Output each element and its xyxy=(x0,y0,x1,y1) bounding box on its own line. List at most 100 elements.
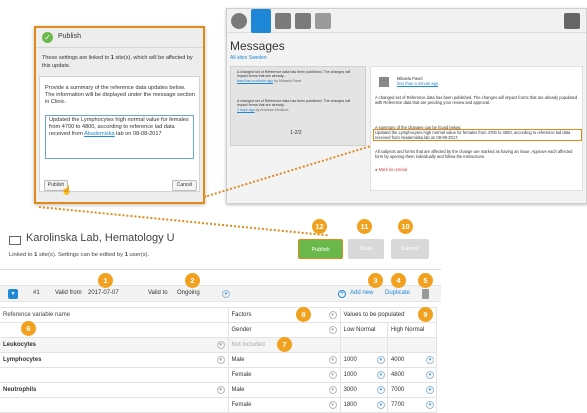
header-high: High Normal xyxy=(386,322,438,338)
callout-badge: 2 xyxy=(185,273,200,288)
chevron-down-icon[interactable]: ▾ xyxy=(426,371,434,379)
table-row: Neutrophils ▾ Male ▾ 3000 ▾ 7000 ▾ xyxy=(0,382,438,398)
summary-label: Provide a summary of the reference data … xyxy=(45,85,195,105)
bell-icon xyxy=(379,77,389,87)
message-time: less than a minute ago xyxy=(397,81,439,86)
low-cell[interactable]: 1000 ▾ xyxy=(339,352,388,368)
chevron-down-icon[interactable]: ▾ xyxy=(328,326,337,334)
chevron-down-icon[interactable]: ▾ xyxy=(222,290,230,298)
summary-textarea[interactable]: Updated the Lymphocytes high normal valu… xyxy=(45,115,194,159)
add-icon[interactable]: + xyxy=(338,290,346,298)
chevron-down-icon[interactable]: ▾ xyxy=(426,386,434,394)
highlight-box xyxy=(373,129,582,141)
linked-info: Linked to 1 site(s). Settings can be edi… xyxy=(9,252,150,258)
callout-badge: 12 xyxy=(312,219,327,234)
valid-from-value[interactable]: 2017-07-07 xyxy=(88,290,119,296)
checkmark-icon: ✓ xyxy=(42,32,53,43)
low-cell[interactable]: 1800 ▾ xyxy=(339,397,388,413)
publish-button[interactable]: Publish xyxy=(298,239,343,259)
valid-to-label: Valid to xyxy=(148,290,168,296)
list-item[interactable]: A changed set of Reference data has been… xyxy=(237,99,355,112)
factor-cell: Female ▾ xyxy=(227,397,341,413)
valid-from-label: Valid from xyxy=(55,290,82,296)
ref-var-name: Leukocytes ▾ xyxy=(0,337,229,353)
callout-badge: 5 xyxy=(418,273,433,288)
mark-read-link[interactable]: ● Mark as unread xyxy=(375,167,580,172)
table-row: Leukocytes ▾ Not included xyxy=(0,337,438,353)
chevron-down-icon[interactable]: ▾ xyxy=(328,371,337,379)
high-cell[interactable]: 7000 ▾ xyxy=(386,382,438,398)
mail-icon[interactable] xyxy=(251,9,271,33)
reference-table: Reference variable name Factors ▾ Values … xyxy=(0,307,438,413)
chevron-down-icon[interactable]: ▾ xyxy=(216,386,225,394)
chevron-down-icon[interactable]: ▾ xyxy=(426,401,434,409)
chevron-down-icon[interactable]: ▾ xyxy=(328,401,337,409)
cursor-hand-icon: ☝ xyxy=(61,185,73,195)
chevron-down-icon[interactable]: ▾ xyxy=(216,341,225,349)
dialog-header: ✓ Publish xyxy=(36,28,203,48)
chevron-down-icon[interactable]: ▾ xyxy=(328,311,337,319)
chevron-down-icon[interactable]: ▾ xyxy=(328,356,337,364)
chevron-down-icon[interactable]: ▾ xyxy=(426,356,434,364)
dialog-title: Publish xyxy=(58,33,81,40)
settings-icon[interactable] xyxy=(564,13,580,29)
add-new-link[interactable]: Add new xyxy=(350,290,373,296)
pager: 1-2/2 xyxy=(290,130,302,136)
callout-badge: 1 xyxy=(98,273,113,288)
callout-badge: 10 xyxy=(398,219,413,234)
low-cell xyxy=(339,337,388,353)
low-cell[interactable]: 1000 ▾ xyxy=(339,367,388,383)
ref-var-name: Lymphocytes ▾ xyxy=(0,352,229,368)
list-item[interactable]: A changed set of Reference data has been… xyxy=(237,70,355,83)
factor-cell: Female ▾ xyxy=(227,367,341,383)
message-detail: Mikaela Pavel less than a minute ago A c… xyxy=(370,66,583,191)
header-ref-var: Reference variable name xyxy=(0,307,229,323)
callout-badge: 4 xyxy=(391,273,406,288)
high-cell[interactable]: 4800 ▾ xyxy=(386,367,438,383)
grid-icon[interactable] xyxy=(315,13,331,29)
callout-badge: 3 xyxy=(368,273,383,288)
high-cell[interactable]: 4000 ▾ xyxy=(386,352,438,368)
message-para3: All subjects and forms that are affected… xyxy=(375,149,573,159)
save-button[interactable]: Save xyxy=(348,239,384,259)
duplicate-link[interactable]: Duplicate xyxy=(385,290,410,296)
chevron-down-icon[interactable]: ▾ xyxy=(376,401,385,409)
chevron-down-icon[interactable]: ▾ xyxy=(216,356,225,364)
lab-icon xyxy=(9,236,21,245)
dialog-body: Provide a summary of the reference data … xyxy=(39,76,200,195)
expand-icon[interactable]: ▾ xyxy=(8,289,18,299)
callout-badge: 8 xyxy=(296,307,311,322)
header-factors: Factors ▾ xyxy=(227,307,341,323)
chevron-down-icon[interactable]: ▾ xyxy=(328,386,337,394)
header-gender: Gender ▾ xyxy=(227,322,341,338)
info-icon[interactable] xyxy=(231,13,247,29)
ref-var-name: Neutrophils ▾ xyxy=(0,382,229,398)
table-row: Lymphocytes ▾ Male ▾ 1000 ▾ 4000 ▾ xyxy=(0,352,438,368)
chevron-down-icon[interactable]: ▾ xyxy=(376,386,385,394)
message-list: A changed set of Reference data has been… xyxy=(230,66,366,146)
high-cell[interactable]: 7700 ▾ xyxy=(386,397,438,413)
valid-to-value[interactable]: Ongoing xyxy=(177,290,200,296)
table-row: Female ▾ 1000 ▾ 4800 ▾ xyxy=(0,367,438,383)
factor-cell: Male ▾ xyxy=(227,352,341,368)
callout-badge: 9 xyxy=(418,307,433,322)
factor-cell: Male ▾ xyxy=(227,382,341,398)
calendar-icon[interactable] xyxy=(295,13,311,29)
callout-badge: 11 xyxy=(357,219,372,234)
low-cell[interactable]: 3000 ▾ xyxy=(339,382,388,398)
chevron-down-icon[interactable]: ▾ xyxy=(376,356,385,364)
dialog-info: These settings are linked to 1 site(s), … xyxy=(42,55,193,69)
site-filter[interactable]: All sites Sweden xyxy=(230,55,267,61)
header-low: Low Normal xyxy=(339,322,388,338)
chevron-down-icon[interactable]: ▾ xyxy=(376,371,385,379)
message-para1: A changed set of Reference data has been… xyxy=(375,95,578,105)
page-title: Karolinska Lab, Hematology U xyxy=(26,232,175,244)
table-row: Female ▾ 1800 ▾ 7700 ▾ xyxy=(0,397,438,413)
document-icon[interactable] xyxy=(275,13,291,29)
messages-title: Messages xyxy=(230,39,285,53)
cancel-button[interactable]: Cancel xyxy=(391,239,429,259)
version-number: #1 xyxy=(33,290,40,296)
dialog-cancel-button[interactable]: Cancel xyxy=(172,180,197,191)
high-cell xyxy=(386,337,438,353)
trash-icon[interactable] xyxy=(422,289,429,299)
